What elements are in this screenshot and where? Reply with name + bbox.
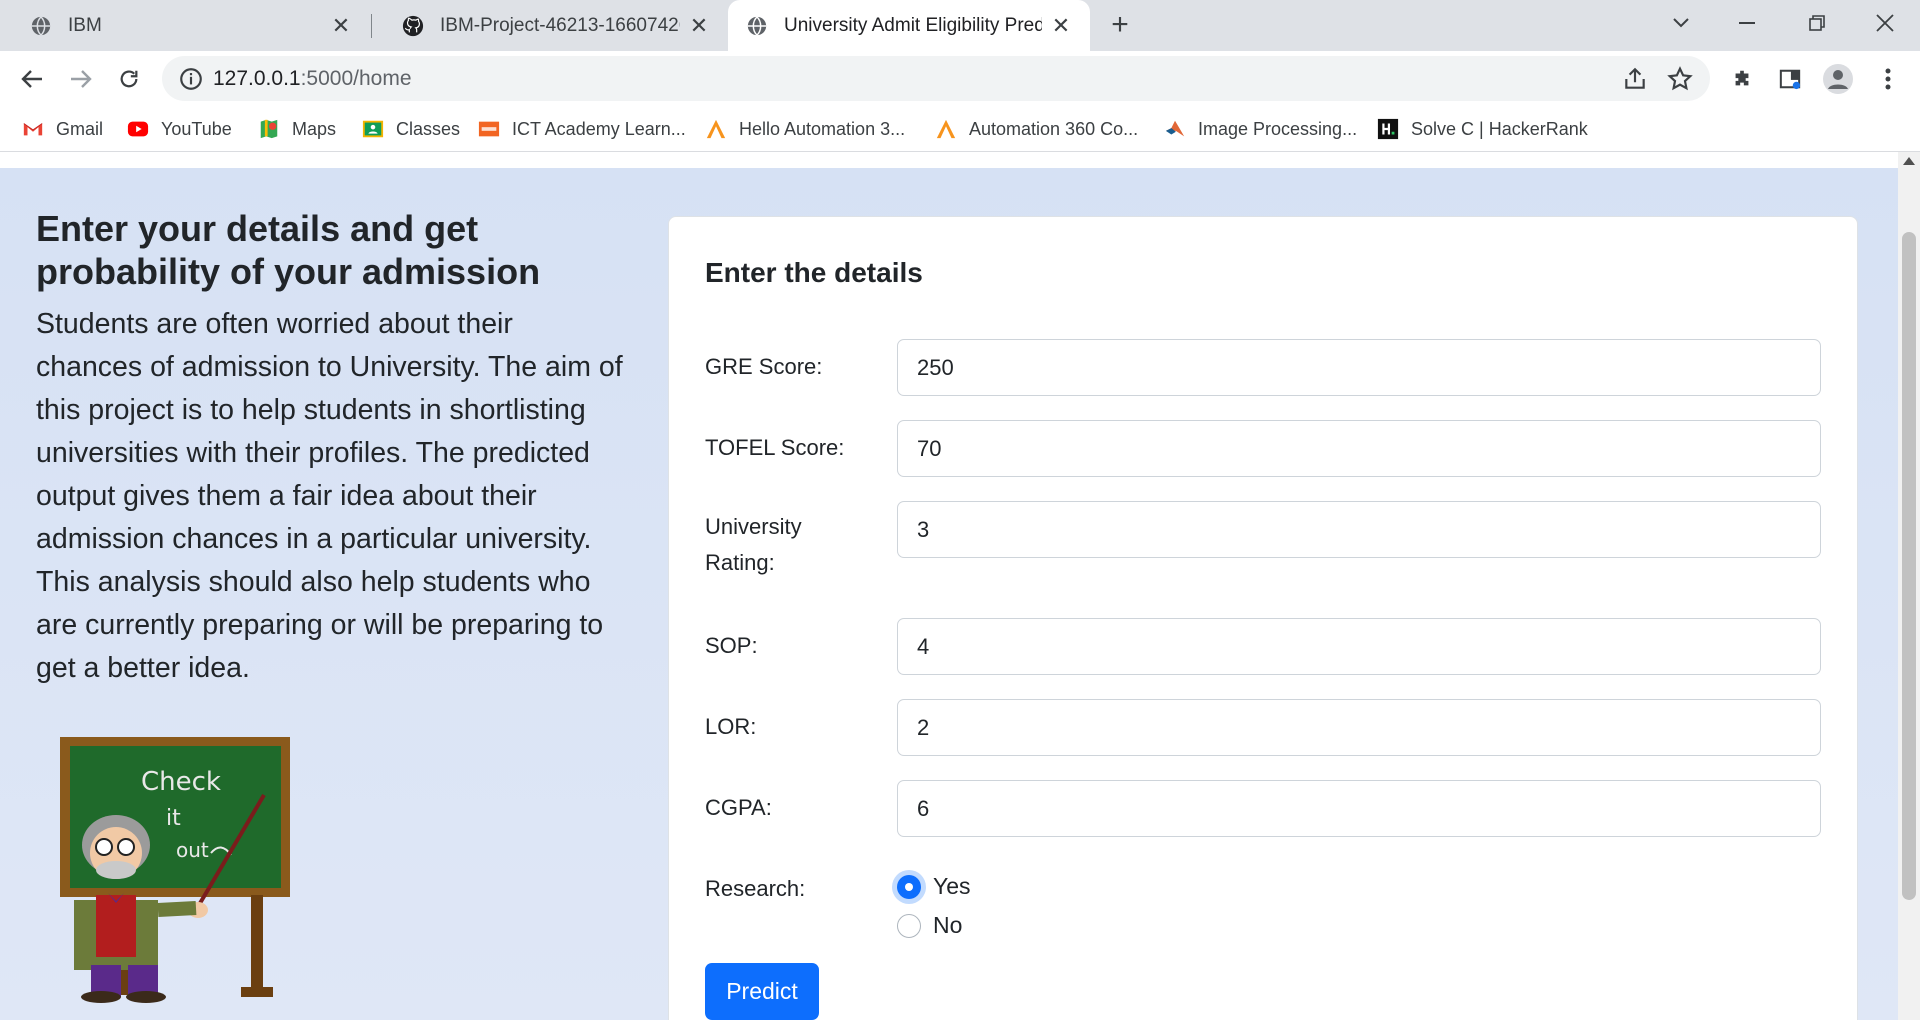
bookmark-label: Gmail bbox=[56, 118, 104, 139]
gre-score-input[interactable] bbox=[897, 339, 1821, 396]
tofel-label: TOFEL Score: bbox=[705, 435, 845, 460]
bookmark-ict-academy[interactable]: ICT Academy Learn... bbox=[478, 115, 686, 143]
sop-input[interactable] bbox=[897, 618, 1821, 675]
bookmark-label: Image Processing... bbox=[1198, 118, 1358, 139]
bookmark-hackerrank[interactable]: Solve C | HackerRank bbox=[1377, 115, 1588, 143]
url-path: :5000/home bbox=[300, 67, 412, 90]
bookmark-label: YouTube bbox=[161, 118, 232, 139]
scroll-up-arrow-icon[interactable] bbox=[1903, 157, 1915, 165]
gmail-icon bbox=[23, 123, 43, 136]
hackerrank-icon bbox=[1377, 118, 1399, 140]
gre-label: GRE Score: bbox=[705, 354, 823, 379]
intro-heading: Enter your details and get probability o… bbox=[36, 208, 541, 292]
globe-icon bbox=[747, 15, 767, 36]
bookmark-label: ICT Academy Learn... bbox=[512, 118, 686, 139]
url-host: 127.0.0.1 bbox=[213, 67, 301, 90]
page-header-strip bbox=[0, 152, 1898, 168]
lor-label: LOR: bbox=[705, 714, 757, 739]
browser-toolbar: 127.0.0.1:5000/home bbox=[0, 51, 1920, 106]
lor-input[interactable] bbox=[897, 699, 1821, 756]
tab-title: University Admit Eligibility Predic bbox=[784, 14, 1042, 36]
intro-description: Students are often worried about their c… bbox=[36, 308, 623, 684]
page-scrollbar[interactable] bbox=[1898, 152, 1920, 1020]
form-title: Enter the details bbox=[705, 257, 923, 288]
tab-search-icon[interactable] bbox=[1646, 0, 1716, 46]
tab-title: IBM bbox=[68, 14, 102, 36]
university-rating-label: University Rating: bbox=[705, 514, 802, 575]
bookmark-label: Hello Automation 3... bbox=[739, 118, 906, 139]
matlab-icon bbox=[1165, 120, 1185, 137]
research-no-label: No bbox=[933, 912, 963, 938]
scrollbar-thumb[interactable] bbox=[1902, 232, 1916, 900]
close-icon[interactable]: ✕ bbox=[688, 13, 710, 38]
chalk-text-it: it bbox=[166, 806, 181, 831]
teacher-illustration: Check it out bbox=[60, 737, 290, 1003]
cgpa-input[interactable] bbox=[897, 780, 1821, 837]
new-tab-button[interactable]: + bbox=[1104, 10, 1136, 42]
predict-button[interactable]: Predict bbox=[705, 963, 819, 1020]
close-icon[interactable]: ✕ bbox=[330, 13, 352, 38]
share-icon[interactable] bbox=[1622, 66, 1648, 92]
bookmark-image-processing[interactable]: Image Processing... bbox=[1164, 115, 1357, 143]
research-option-no[interactable]: No bbox=[897, 912, 962, 939]
research-yes-label: Yes bbox=[933, 873, 971, 899]
reload-button[interactable] bbox=[109, 59, 149, 99]
globe-icon bbox=[31, 15, 51, 36]
bookmark-star-icon[interactable] bbox=[1667, 66, 1693, 92]
minimize-icon[interactable] bbox=[1712, 0, 1782, 46]
bookmark-label: Automation 360 Co... bbox=[969, 118, 1139, 139]
automation-anywhere-icon bbox=[936, 119, 956, 139]
research-no-radio[interactable] bbox=[897, 913, 921, 938]
tab-university-admit[interactable]: University Admit Eligibility Predic ✕ bbox=[728, 0, 1090, 51]
bookmark-label: Maps bbox=[292, 118, 337, 139]
bookmark-gmail[interactable]: Gmail bbox=[22, 115, 103, 143]
bookmark-label: Solve C | HackerRank bbox=[1411, 118, 1588, 139]
research-label: Research: bbox=[705, 876, 806, 901]
classroom-icon bbox=[362, 120, 384, 138]
restore-icon[interactable] bbox=[1782, 0, 1852, 46]
menu-kebab-icon[interactable] bbox=[1868, 59, 1908, 99]
intro-section: Enter your details and get probability o… bbox=[36, 207, 626, 690]
details-form-card: Enter the details GRE Score: TOFEL Score… bbox=[668, 216, 1858, 1020]
bookmark-maps[interactable]: Maps bbox=[258, 115, 336, 143]
github-icon bbox=[402, 15, 424, 36]
profile-avatar[interactable] bbox=[1818, 59, 1858, 99]
tab-github[interactable]: IBM-Project-46213-1660742603/ ✕ bbox=[372, 0, 728, 51]
address-bar[interactable]: 127.0.0.1:5000/home bbox=[162, 56, 1710, 101]
tab-title: IBM-Project-46213-1660742603/ bbox=[440, 14, 680, 36]
tab-strip: IBM ✕ IBM-Project-46213-1660742603/ ✕ Un… bbox=[0, 0, 1920, 51]
bookmark-youtube[interactable]: YouTube bbox=[127, 115, 232, 143]
tofel-score-input[interactable] bbox=[897, 420, 1821, 477]
bookmarks-bar: Gmail YouTube Maps Classes ICT Academy L… bbox=[0, 106, 1920, 152]
form-row-research: Research: Yes No bbox=[705, 871, 1825, 961]
forward-button[interactable] bbox=[61, 59, 101, 99]
maps-icon bbox=[260, 119, 278, 139]
tab-ibm[interactable]: IBM ✕ bbox=[0, 0, 370, 51]
bookmark-label: Classes bbox=[396, 118, 461, 139]
sop-label: SOP: bbox=[705, 633, 758, 658]
page-viewport: Enter your details and get probability o… bbox=[0, 152, 1898, 1020]
window-close-icon[interactable] bbox=[1850, 0, 1920, 46]
back-button[interactable] bbox=[12, 59, 52, 99]
url-text[interactable]: 127.0.0.1:5000/home bbox=[213, 67, 412, 91]
chalk-text-check: Check bbox=[141, 767, 221, 797]
ict-academy-icon bbox=[478, 121, 500, 137]
bookmark-automation-360[interactable]: Automation 360 Co... bbox=[935, 115, 1138, 143]
automation-anywhere-icon bbox=[706, 119, 726, 139]
bookmark-classes[interactable]: Classes bbox=[362, 115, 460, 143]
research-option-yes[interactable]: Yes bbox=[897, 873, 971, 900]
research-yes-radio[interactable] bbox=[897, 874, 921, 899]
close-icon[interactable]: ✕ bbox=[1050, 13, 1072, 38]
info-icon[interactable] bbox=[178, 66, 204, 92]
cgpa-label: CGPA: bbox=[705, 795, 772, 820]
bookmark-hello-automation[interactable]: Hello Automation 3... bbox=[705, 115, 905, 143]
youtube-icon bbox=[127, 121, 149, 137]
chalk-text-out: out bbox=[176, 838, 209, 862]
side-panel-icon[interactable] bbox=[1770, 59, 1810, 99]
university-rating-input[interactable] bbox=[897, 501, 1821, 558]
extensions-icon[interactable] bbox=[1722, 59, 1762, 99]
